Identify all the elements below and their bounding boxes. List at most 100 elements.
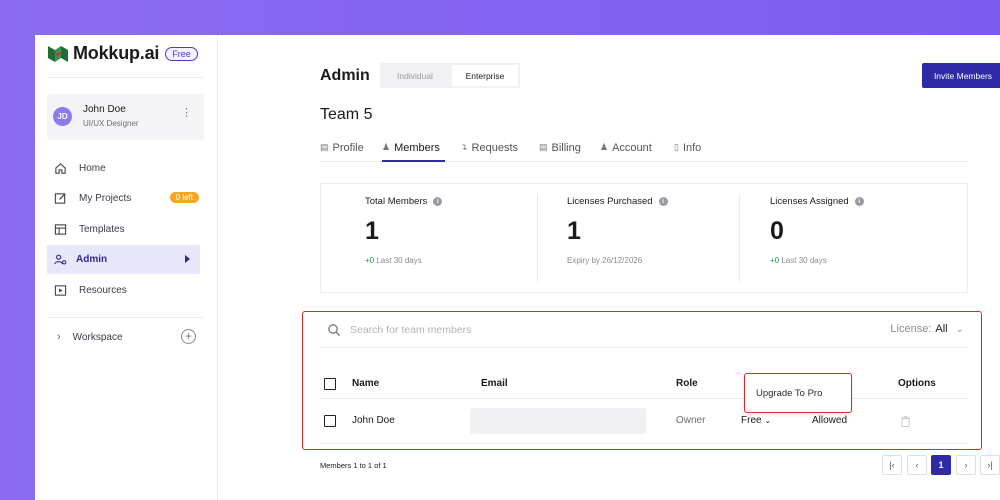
edit-icon [53,192,67,206]
logo[interactable]: Mokkup.ai Free [48,43,198,64]
tab-label: Members [394,141,440,154]
upgrade-to-pro-option[interactable]: Upgrade To Pro [744,373,852,413]
stat-sub: +0 Last 30 days [365,256,422,265]
stat-label: Total Members i [365,196,443,207]
sidebar-item-label: Resources [79,285,127,296]
trash-icon[interactable] [901,416,910,427]
page-title: Admin [320,67,370,84]
billing-icon: ▤ [539,142,548,152]
avatar: JD [53,107,72,126]
user-role: UI/UX Designer [83,119,139,128]
license-filter-value: All [935,323,948,335]
sidebar-item-label: My Projects [79,193,132,204]
tab-account[interactable]: ♟ Account [600,139,652,156]
chevron-right-icon: › [57,331,61,343]
projects-left-badge: 0 left [169,192,199,203]
kebab-icon[interactable]: ⋮ [181,108,192,119]
requests-icon: ↴ [460,142,468,152]
plan-badge: Free [165,46,198,61]
stat-sub: Expiry by 26/12/2026 [567,256,643,265]
members-icon: ♟ [382,142,391,152]
add-workspace-icon[interactable]: + [181,329,196,344]
user-name: John Doe [83,104,126,115]
tab-label: Account [612,141,652,154]
workspace-section[interactable]: › Workspace + [47,325,200,349]
tab-label: Requests [471,141,519,154]
members-table: License: All ⌄ Name Email Role Options J… [302,311,982,450]
template-icon [53,223,67,237]
stats-panel: Total Members i 1 +0 Last 30 days License… [320,183,968,293]
divider [320,398,968,399]
tab-label: Profile [332,141,364,154]
info-icon[interactable]: i [658,197,668,206]
stat-label-text: Total Members [365,196,428,207]
stat-sub: +0 Last 30 days [770,256,827,265]
stat-licenses-purchased: Licenses Purchased i 1 Expiry by 26/12/20… [567,184,767,292]
tab-billing[interactable]: ▤ Billing [539,139,581,156]
sidebar-item-home[interactable]: Home [47,154,200,183]
logo-icon [48,45,68,62]
tab-label: Billing [551,141,581,154]
sidebar-item-resources[interactable]: Resources [47,276,200,305]
first-page-button[interactable]: |‹ [882,455,902,475]
stat-total-members: Total Members i 1 +0 Last 30 days [365,184,565,292]
home-icon [53,162,67,176]
next-page-button[interactable]: › [956,455,976,475]
segment-individual[interactable]: Individual [380,63,450,88]
row-checkbox[interactable] [324,415,336,427]
stat-licenses-assigned: Licenses Assigned i 0 +0 Last 30 days [770,184,970,292]
tab-info[interactable]: ▯ Info [674,139,701,156]
divider [320,443,968,444]
tab-requests[interactable]: ↴ Requests [460,139,518,156]
search-bar: License: All ⌄ [320,312,968,348]
invite-members-button[interactable]: Invite Members [922,63,1000,88]
sidebar: Mokkup.ai Free JD John Doe UI/UX Designe… [35,35,218,500]
column-header-name: Name [352,378,380,389]
search-icon [328,324,340,336]
tab-profile[interactable]: ▤ Profile [320,139,364,156]
chevron-down-icon: ⌄ [764,416,772,425]
stat-delta: +0 [770,256,780,265]
stat-value: 0 [770,217,784,245]
prev-page-button[interactable]: ‹ [907,455,927,475]
search-input[interactable] [350,321,650,339]
stat-sub-text: Last 30 days [374,256,422,265]
user-card[interactable]: JD John Doe UI/UX Designer ⋮ [47,94,204,140]
info-icon: ▯ [674,142,679,152]
info-icon[interactable]: i [433,197,443,206]
divider [739,194,740,282]
license-filter-dropdown[interactable]: License: All ⌄ [890,323,964,335]
stat-label: Licenses Assigned i [770,196,864,207]
license-filter-label: License: [890,323,932,335]
app-window: Mokkup.ai Free JD John Doe UI/UX Designe… [35,35,1000,500]
main-content: Admin Individual Enterprise Invite Membe… [218,35,1000,500]
sidebar-item-label: Admin [76,254,108,265]
member-name: John Doe [352,415,395,426]
segment-enterprise[interactable]: Enterprise [450,63,520,88]
sidebar-item-templates[interactable]: Templates [47,215,200,244]
logo-text: Mokkup.ai [73,43,160,63]
active-tab-indicator [382,160,445,162]
sidebar-item-label: Home [79,163,106,174]
play-box-icon [53,284,67,298]
column-header-email: Email [481,378,508,389]
tab-label: Info [682,141,702,154]
access-status: Allowed [812,415,848,426]
license-dropdown[interactable]: Free ⌄ [741,415,771,426]
stat-value: 1 [365,217,379,245]
info-icon[interactable]: i [854,197,864,206]
page-button-current[interactable]: 1 [931,455,951,475]
last-page-button[interactable]: ›| [980,455,1000,475]
sidebar-item-label: Templates [79,224,125,235]
workspace-label: Workspace [72,331,123,343]
sidebar-item-admin[interactable]: Admin [47,245,200,274]
select-all-checkbox[interactable] [324,378,336,390]
team-title: Team 5 [320,106,373,123]
stat-delta: +0 [365,256,375,265]
stat-label: Licenses Purchased i [567,196,668,207]
tab-members[interactable]: ♟ Members [382,139,440,156]
sidebar-item-my-projects[interactable]: My Projects 0 left [47,184,200,213]
account-icon: ♟ [600,142,609,152]
divider [47,317,203,318]
column-header-options: Options [898,378,936,389]
